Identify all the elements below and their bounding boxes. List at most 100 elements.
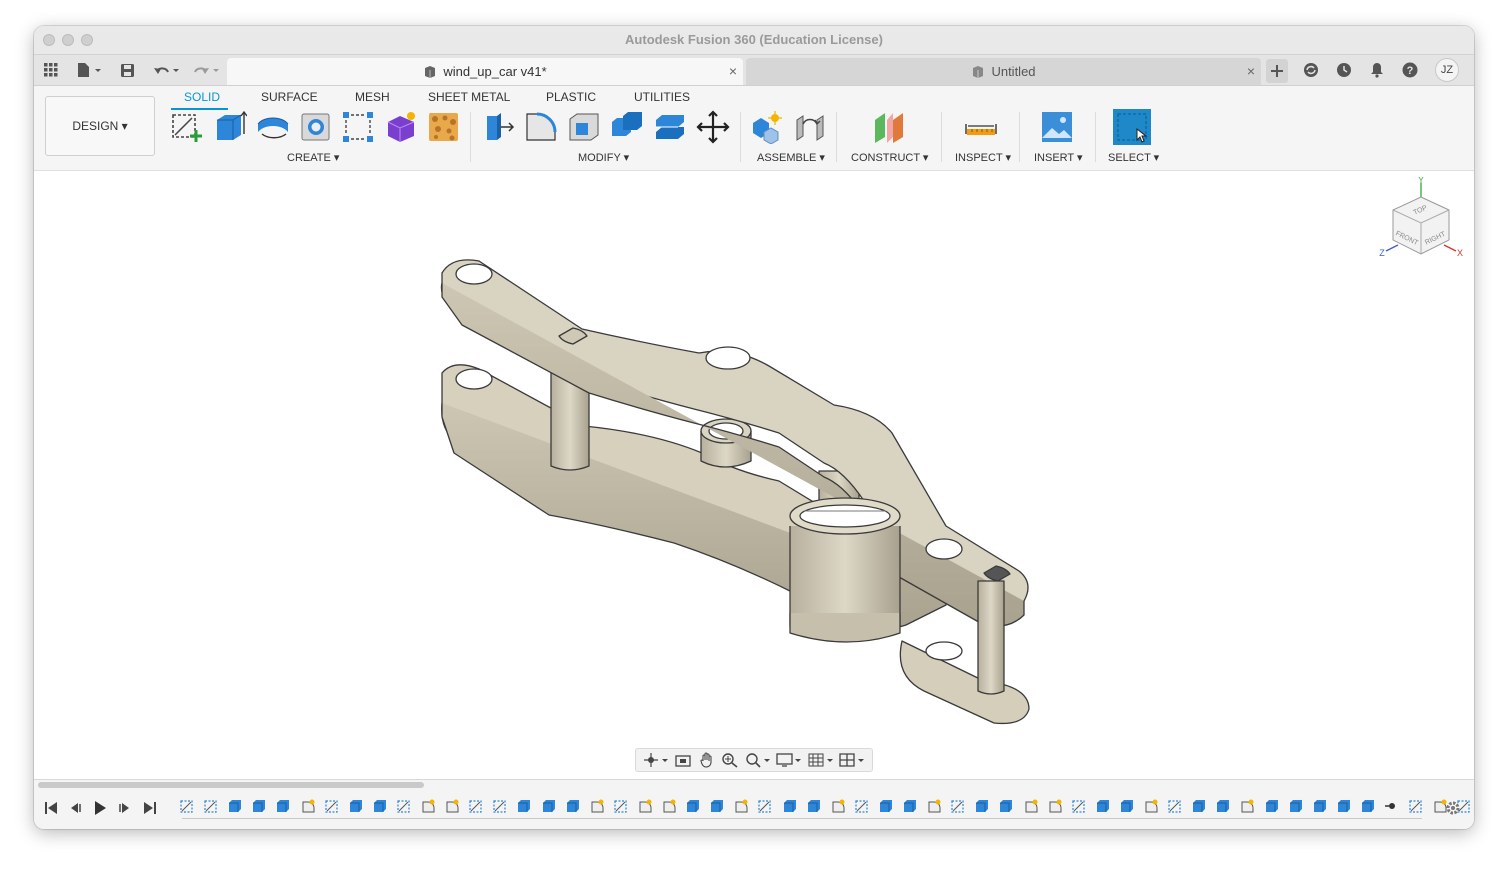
extrude-feature-icon[interactable] — [783, 799, 797, 813]
redo-icon[interactable] — [191, 55, 223, 85]
sketch-feature-icon[interactable] — [180, 799, 194, 813]
notification-icon[interactable] — [1368, 55, 1386, 85]
extrude-feature-icon[interactable] — [686, 799, 700, 813]
workspace-switcher[interactable]: DESIGN ▾ — [45, 96, 155, 156]
sketch-feature-icon[interactable] — [1168, 799, 1182, 813]
new-component-icon[interactable] — [750, 110, 784, 144]
close-tab-icon[interactable]: × — [1247, 63, 1255, 79]
go-to-start-icon[interactable] — [43, 800, 59, 816]
offset-plane-icon[interactable] — [872, 110, 906, 144]
extrude-feature-icon[interactable] — [566, 799, 580, 813]
look-at-icon[interactable] — [674, 752, 692, 768]
joint-icon[interactable] — [793, 110, 827, 144]
sync-icon[interactable] — [1302, 55, 1320, 85]
extrude-feature-icon[interactable] — [276, 799, 290, 813]
extrude-feature-icon[interactable] — [710, 799, 724, 813]
fillet-feature-icon[interactable] — [927, 799, 941, 813]
insert-group-label[interactable]: INSERT ▾ — [1034, 151, 1083, 164]
assemble-group-label[interactable]: ASSEMBLE ▾ — [757, 151, 825, 164]
fillet-feature-icon[interactable] — [1144, 799, 1158, 813]
select-icon[interactable] — [1113, 109, 1151, 145]
extrude-feature-icon[interactable] — [517, 799, 531, 813]
play-icon[interactable] — [92, 800, 108, 816]
fillet-feature-icon[interactable] — [831, 799, 845, 813]
fillet-feature-icon[interactable] — [1240, 799, 1254, 813]
extrude-feature-icon[interactable] — [542, 799, 556, 813]
fillet-feature-icon[interactable] — [1024, 799, 1038, 813]
modify-group-label[interactable]: MODIFY ▾ — [578, 151, 629, 164]
help-icon[interactable]: ? — [1401, 55, 1419, 85]
step-back-icon[interactable] — [67, 800, 83, 816]
extrude-icon[interactable] — [213, 110, 247, 144]
sketch-feature-icon[interactable] — [324, 799, 339, 813]
display-settings-icon[interactable] — [776, 752, 802, 768]
create-group-label[interactable]: CREATE ▾ — [287, 151, 339, 164]
tab-solid[interactable]: SOLID — [184, 90, 220, 104]
tab-plastic[interactable]: PLASTIC — [546, 90, 596, 104]
joint-feature-icon[interactable] — [1385, 799, 1399, 813]
new-tab-icon[interactable] — [1266, 59, 1288, 83]
tab-mesh[interactable]: MESH — [355, 90, 390, 104]
close-tab-icon[interactable]: × — [729, 63, 737, 79]
sketch-feature-icon[interactable] — [855, 799, 869, 813]
job-status-icon[interactable] — [1335, 55, 1353, 85]
grid-settings-icon[interactable] — [808, 752, 834, 768]
rectangular-pattern-icon[interactable] — [341, 110, 375, 144]
create-form-icon[interactable] — [384, 110, 418, 144]
extrude-feature-icon[interactable] — [1337, 799, 1351, 813]
tab-wind-up-car[interactable]: wind_up_car v41* × — [227, 58, 743, 85]
extrude-feature-icon[interactable] — [807, 799, 821, 813]
fillet-feature-icon[interactable] — [445, 799, 459, 813]
revolve-icon[interactable] — [256, 110, 290, 144]
fit-zoom-icon[interactable] — [745, 752, 771, 768]
fillet-feature-icon[interactable] — [301, 799, 315, 813]
fillet-feature-icon[interactable] — [638, 799, 652, 813]
extrude-feature-icon[interactable] — [975, 799, 989, 813]
go-to-end-icon[interactable] — [142, 800, 158, 816]
offset-face-icon[interactable] — [653, 110, 687, 144]
timeline-scrollbar[interactable] — [38, 782, 424, 788]
tab-untitled[interactable]: Untitled × — [746, 58, 1261, 85]
undo-icon[interactable] — [150, 55, 184, 85]
create-sketch-icon[interactable] — [170, 110, 204, 144]
construct-group-label[interactable]: CONSTRUCT ▾ — [851, 151, 928, 164]
hole-icon[interactable] — [299, 110, 333, 144]
extrude-feature-icon[interactable] — [252, 799, 266, 813]
extrude-feature-icon[interactable] — [349, 799, 363, 813]
extrude-feature-icon[interactable] — [999, 799, 1013, 813]
fillet-feature-icon[interactable] — [662, 799, 676, 813]
viewports-icon[interactable] — [839, 752, 865, 768]
sketch-feature-icon[interactable] — [204, 799, 218, 813]
fillet-icon[interactable] — [524, 110, 558, 144]
chain-link-model[interactable] — [440, 259, 1030, 725]
extrude-feature-icon[interactable] — [903, 799, 917, 813]
sketch-feature-icon[interactable] — [1409, 799, 1423, 813]
pan-icon[interactable] — [698, 752, 716, 768]
canvas-viewport[interactable]: TOP FRONT RIGHT Y Z X — [34, 171, 1474, 779]
extrude-feature-icon[interactable] — [228, 799, 242, 813]
insert-canvas-icon[interactable] — [1040, 110, 1074, 144]
timeline-settings-icon[interactable] — [1445, 800, 1461, 816]
create-base-feature-icon[interactable] — [427, 110, 461, 144]
shell-icon[interactable] — [567, 110, 601, 144]
move-copy-icon[interactable] — [696, 110, 730, 144]
fillet-feature-icon[interactable] — [734, 799, 748, 813]
extrude-feature-icon[interactable] — [1192, 799, 1206, 813]
sketch-feature-icon[interactable] — [951, 799, 965, 813]
viewcube[interactable]: TOP FRONT RIGHT Y Z X — [1376, 177, 1466, 267]
zoom-icon[interactable] — [721, 752, 739, 768]
user-avatar[interactable]: JZ — [1435, 58, 1459, 82]
orbit-icon[interactable] — [643, 752, 669, 768]
model-canvas[interactable] — [34, 171, 1474, 779]
extrude-feature-icon[interactable] — [1120, 799, 1134, 813]
extrude-feature-icon[interactable] — [1096, 799, 1110, 813]
sketch-feature-icon[interactable] — [469, 799, 483, 813]
sketch-feature-icon[interactable] — [1072, 799, 1086, 813]
combine-icon[interactable] — [610, 110, 644, 144]
extrude-feature-icon[interactable] — [1313, 799, 1327, 813]
sketch-feature-icon[interactable] — [614, 799, 628, 813]
extrude-feature-icon[interactable] — [373, 799, 387, 813]
fillet-feature-icon[interactable] — [1048, 799, 1062, 813]
press-pull-icon[interactable] — [481, 110, 515, 144]
sketch-feature-icon[interactable] — [397, 799, 411, 813]
